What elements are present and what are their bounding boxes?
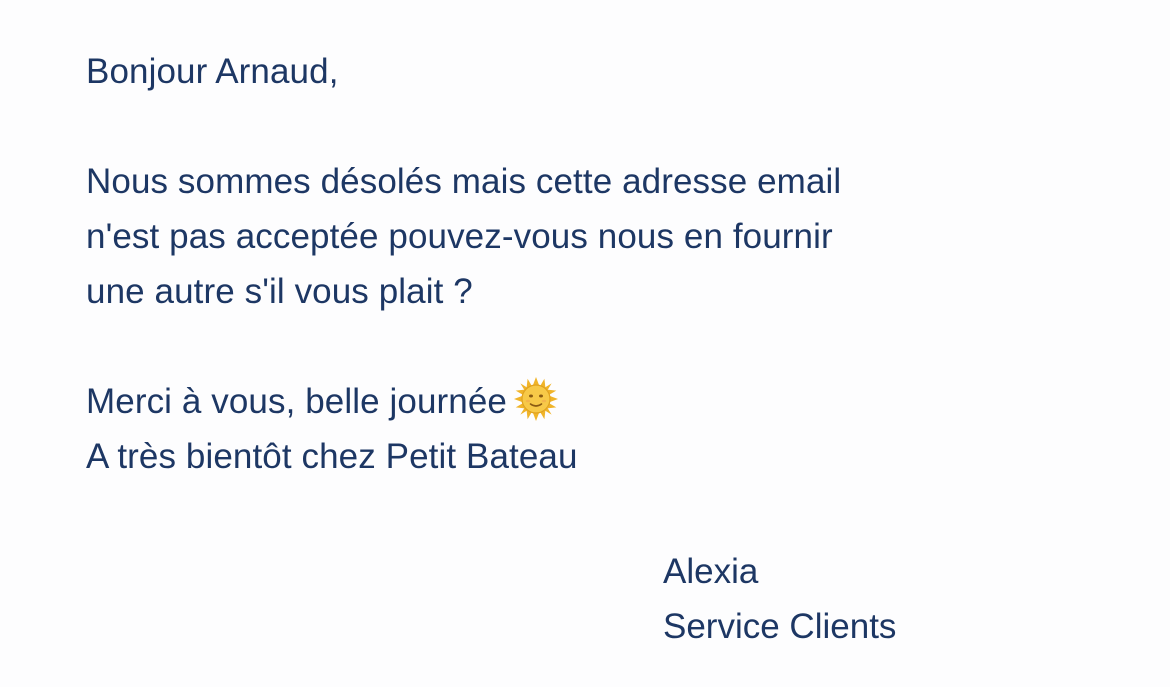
sun-with-face-icon	[513, 376, 559, 422]
signature-block: Alexia Service Clients	[663, 544, 896, 654]
signature-name: Alexia	[663, 552, 759, 591]
body-line-1: Nous sommes désolés mais cette adresse e…	[86, 162, 842, 201]
farewell-line: A très bientôt chez Petit Bateau	[86, 437, 578, 476]
body-line-3: une autre s'il vous plait ?	[86, 272, 473, 311]
closing-text: Merci à vous, belle journée	[86, 382, 507, 421]
message-body: Bonjour Arnaud, Nous sommes désolés mais…	[86, 44, 1086, 484]
body-line-2: n'est pas acceptée pouvez-vous nous en f…	[86, 217, 833, 256]
greeting-text: Bonjour Arnaud,	[86, 52, 339, 91]
signature-department: Service Clients	[663, 607, 897, 646]
closing-line: Merci à vous, belle journée	[86, 374, 1086, 429]
